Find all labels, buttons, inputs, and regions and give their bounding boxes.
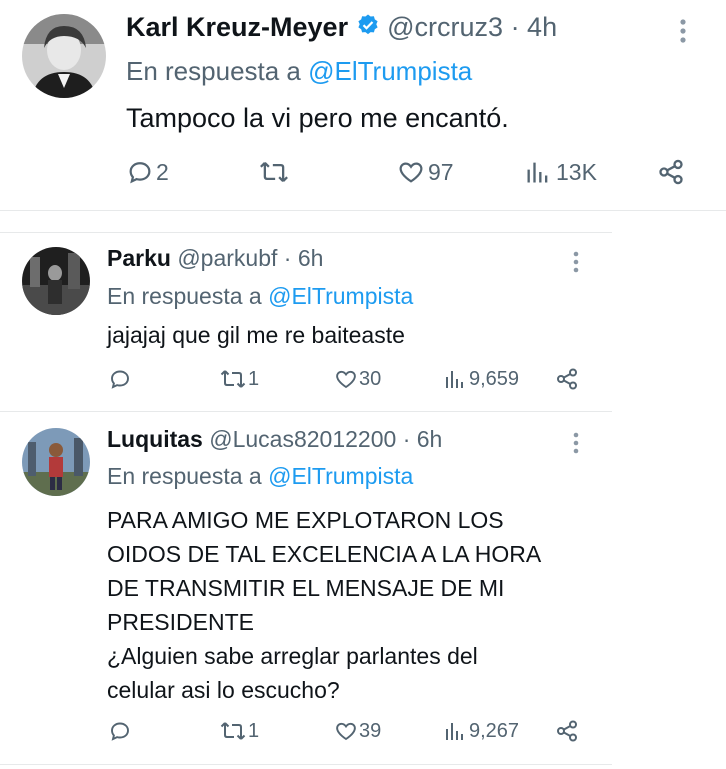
reply-tweet[interactable]: Luquitas @Lucas82012200 · 6h En respuest…: [0, 412, 612, 764]
views-icon: [527, 162, 548, 183]
reply-prefix: En respuesta a: [107, 463, 262, 489]
like-count: 30: [359, 367, 382, 390]
share-button[interactable]: [657, 158, 685, 186]
share-icon: [557, 368, 577, 390]
retweet-icon: [220, 722, 246, 740]
like-count: 97: [428, 158, 454, 185]
reply-button[interactable]: [108, 367, 132, 391]
share-button[interactable]: [555, 719, 579, 743]
reply-prefix: En respuesta a: [126, 56, 301, 86]
reply-mention[interactable]: @ElTrumpista: [308, 56, 472, 86]
timestamp[interactable]: · 6h: [403, 426, 443, 452]
like-icon: [336, 370, 356, 389]
tweet-text-line: celular asi lo escucho?: [107, 677, 340, 703]
main-tweet[interactable]: Karl Kreuz-Meyer @crcruz3 · 4h En respue…: [0, 0, 726, 210]
retweet-icon: [260, 162, 288, 182]
retweet-button[interactable]: 1: [218, 367, 259, 391]
like-icon: [399, 162, 423, 183]
like-button[interactable]: 39: [333, 719, 381, 743]
like-icon: [336, 722, 356, 741]
tweet-text-line: OIDOS DE TAL EXCELENCIA A LA HORA: [107, 541, 542, 567]
tweet-text: jajajaj que gil me re baiteaste: [107, 322, 405, 348]
author-name[interactable]: Luquitas: [107, 426, 203, 452]
more-icon[interactable]: [571, 249, 581, 280]
like-count: 39: [359, 719, 382, 742]
more-icon[interactable]: [677, 16, 689, 51]
reply-button[interactable]: 2: [126, 158, 169, 186]
tweet-text: Tampoco la vi pero me encantó.: [126, 103, 509, 133]
views-button[interactable]: 9,659: [443, 367, 519, 391]
views-count: 9,659: [469, 367, 520, 390]
divider: [0, 764, 612, 765]
share-icon: [557, 720, 577, 742]
retweet-button[interactable]: [258, 158, 290, 186]
author-handle[interactable]: @parkubf: [177, 245, 277, 271]
avatar[interactable]: [22, 14, 106, 98]
tweet-text-line: PRESIDENTE: [107, 609, 254, 635]
reply-mention[interactable]: @ElTrumpista: [268, 283, 413, 309]
tweet-text-line: DE TRANSMITIR EL MENSAJE DE MI: [107, 575, 505, 601]
author-handle[interactable]: @Lucas82012200: [209, 426, 396, 452]
reply-icon: [111, 370, 129, 389]
views-button[interactable]: 13K: [524, 158, 597, 186]
verified-icon: [356, 13, 380, 44]
reply-icon: [129, 162, 151, 184]
tweet-text-line: PARA AMIGO ME EXPLOTARON LOS: [107, 507, 504, 533]
avatar[interactable]: [22, 428, 90, 496]
tweet-text: PARA AMIGO ME EXPLOTARON LOS OIDOS DE TA…: [107, 503, 541, 707]
avatar[interactable]: [22, 247, 90, 315]
reply-count: 2: [156, 158, 169, 185]
author-name[interactable]: Karl Kreuz-Meyer: [126, 12, 348, 42]
retweet-count: 1: [248, 367, 260, 390]
share-button[interactable]: [555, 367, 579, 391]
reply-prefix: En respuesta a: [107, 283, 262, 309]
author-handle[interactable]: @crcruz3: [387, 12, 503, 42]
more-icon[interactable]: [571, 430, 581, 461]
views-button[interactable]: 9,267: [443, 719, 519, 743]
reply-tweet[interactable]: Parku @parkubf · 6h En respuesta a @ElTr…: [0, 233, 612, 411]
views-icon: [446, 371, 463, 388]
like-button[interactable]: 97: [396, 158, 454, 186]
retweet-button[interactable]: 1: [218, 719, 259, 743]
retweet-icon: [220, 370, 246, 388]
tweet-text-line: ¿Alguien sabe arreglar parlantes del: [107, 643, 478, 669]
divider: [0, 210, 726, 211]
timestamp[interactable]: · 6h: [284, 245, 324, 271]
views-icon: [446, 723, 463, 740]
views-count: 13K: [556, 158, 597, 185]
like-button[interactable]: 30: [333, 367, 381, 391]
share-icon: [659, 159, 683, 185]
reply-mention[interactable]: @ElTrumpista: [268, 463, 413, 489]
retweet-count: 1: [248, 719, 260, 742]
author-name[interactable]: Parku: [107, 245, 171, 271]
reply-button[interactable]: [108, 719, 132, 743]
reply-icon: [111, 722, 129, 741]
timestamp[interactable]: · 4h: [511, 12, 558, 42]
views-count: 9,267: [469, 719, 520, 742]
